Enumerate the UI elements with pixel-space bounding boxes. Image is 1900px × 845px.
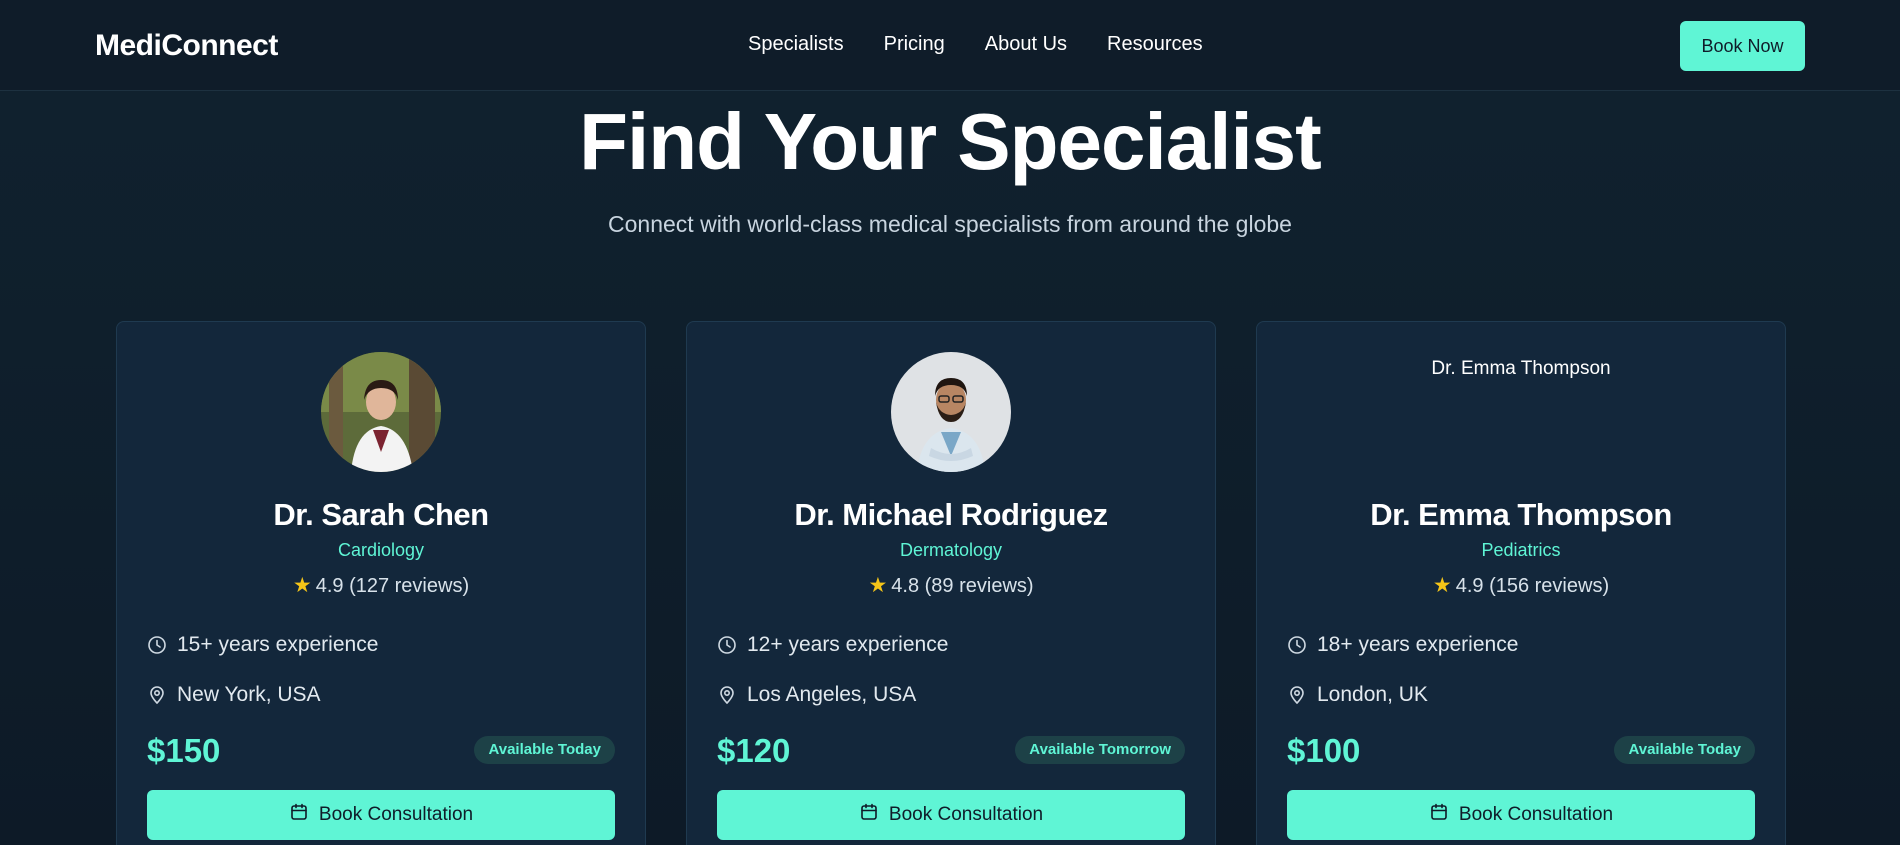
doctor-rating: ★ 4.8 (89 reviews) <box>687 573 1215 598</box>
map-pin-icon <box>717 685 737 705</box>
book-consultation-label: Book Consultation <box>318 804 474 825</box>
nav-link-resources[interactable]: Resources <box>1107 33 1203 56</box>
doctor-specialty: Pediatrics <box>1481 540 1561 560</box>
rating-text: 4.9 (127 reviews) <box>315 575 470 597</box>
location-text: London, UK <box>1317 683 1428 706</box>
rating-text: 4.8 (89 reviews) <box>891 575 1034 597</box>
doctor-rating: ★ 4.9 (127 reviews) <box>117 573 645 598</box>
experience-text: 15+ years experience <box>177 633 379 656</box>
book-now-button[interactable]: Book Now <box>1680 21 1805 71</box>
nav-links: Specialists Pricing About Us Resources <box>748 33 1203 56</box>
book-consultation-button[interactable]: Book Consultation <box>147 790 615 840</box>
nav-link-about-us[interactable]: About Us <box>985 33 1067 56</box>
page-title: Find Your Specialist <box>579 97 1322 186</box>
location-text: New York, USA <box>177 683 321 706</box>
avatar-sarah-chen <box>321 352 441 472</box>
map-pin-icon <box>147 685 167 705</box>
clock-icon <box>147 635 167 655</box>
calendar-icon <box>1429 802 1449 828</box>
star-icon: ★ <box>292 574 312 597</box>
doctor-card-emma-thompson: Dr. Emma Thompson Dr. Emma Thompson Pedi… <box>1256 321 1786 845</box>
star-icon: ★ <box>868 574 888 597</box>
avatar-michael-rodriguez <box>891 352 1011 472</box>
price: $100 <box>1287 732 1361 769</box>
doctor-specialty: Cardiology <box>337 540 425 560</box>
rating-text: 4.9 (156 reviews) <box>1455 575 1610 597</box>
page-subtitle: Connect with world-class medical special… <box>608 211 1292 237</box>
experience-row: 18+ years experience <box>1287 633 1518 657</box>
doctor-specialty: Dermatology <box>899 540 1003 560</box>
calendar-icon <box>289 802 309 828</box>
avatar-broken-image-alt: Dr. Emma Thompson <box>1431 358 1611 379</box>
clock-icon <box>1287 635 1307 655</box>
location-row: Los Angeles, USA <box>717 683 916 707</box>
clock-icon <box>717 635 737 655</box>
price: $120 <box>717 732 791 769</box>
calendar-icon <box>859 802 879 828</box>
map-pin-icon <box>1287 685 1307 705</box>
logo[interactable]: MediConnect <box>95 29 278 63</box>
doctor-card-michael-rodriguez: Dr. Michael Rodriguez Dermatology ★ 4.8 (… <box>686 321 1216 845</box>
location-text: Los Angeles, USA <box>747 683 917 706</box>
availability-badge: Available Tomorrow <box>1015 736 1185 764</box>
location-row: London, UK <box>1287 683 1428 707</box>
book-consultation-button[interactable]: Book Consultation <box>717 790 1185 840</box>
navbar: MediConnect Specialists Pricing About Us… <box>0 0 1900 91</box>
location-row: New York, USA <box>147 683 321 707</box>
experience-row: 12+ years experience <box>717 633 948 657</box>
doctor-name: Dr. Sarah Chen <box>273 497 489 532</box>
doctor-card-sarah-chen: Dr. Sarah Chen Cardiology ★ 4.9 (127 revi… <box>116 321 646 845</box>
doctor-name: Dr. Michael Rodriguez <box>794 497 1108 532</box>
availability-badge: Available Today <box>1614 736 1755 764</box>
book-consultation-button[interactable]: Book Consultation <box>1287 790 1755 840</box>
book-consultation-label: Book Consultation <box>1458 804 1614 825</box>
experience-row: 15+ years experience <box>147 633 378 657</box>
nav-link-specialists[interactable]: Specialists <box>748 33 844 56</box>
book-consultation-label: Book Consultation <box>888 804 1044 825</box>
price: $150 <box>147 732 221 769</box>
nav-link-pricing[interactable]: Pricing <box>884 33 945 56</box>
doctor-rating: ★ 4.9 (156 reviews) <box>1257 573 1785 598</box>
experience-text: 12+ years experience <box>747 633 949 656</box>
doctor-name: Dr. Emma Thompson <box>1370 497 1672 532</box>
star-icon: ★ <box>1432 574 1452 597</box>
availability-badge: Available Today <box>474 736 615 764</box>
experience-text: 18+ years experience <box>1317 633 1519 656</box>
